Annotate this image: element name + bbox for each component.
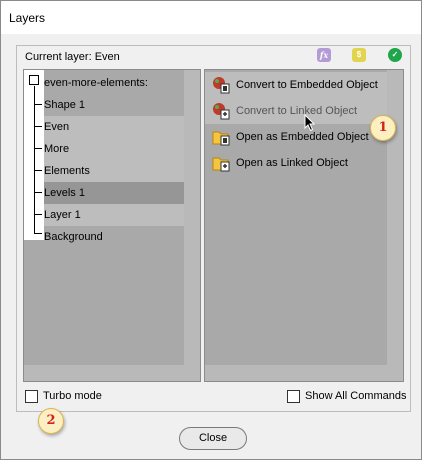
tree-connector-tick (34, 170, 42, 171)
turbo-mode-label: Turbo mode (43, 390, 102, 402)
command-label: Open as Embedded Object (236, 131, 369, 143)
tree-item-label: Even (44, 121, 70, 133)
command-label: Open as Linked Object (236, 157, 348, 169)
tree-horizontal-scrollbar[interactable] (24, 365, 184, 381)
window-title: Layers (9, 11, 46, 25)
tree-item-label: Layer 1 (44, 209, 81, 221)
close-button[interactable]: Close (179, 427, 247, 450)
tree-item-label: Elements (44, 165, 90, 177)
tree-connector-tick (34, 192, 42, 193)
tree-item-more[interactable]: More (24, 138, 184, 160)
tree-connector-tick (34, 104, 42, 105)
command-open-as-linked[interactable]: Open as Linked Object (205, 150, 387, 176)
command-label: Convert to Linked Object (236, 105, 358, 117)
callout-badge-2: 2 (38, 408, 64, 434)
tree-item-even[interactable]: Even (24, 116, 184, 138)
tree-connector-tick (34, 214, 42, 215)
tree-item-background[interactable]: Background (24, 226, 184, 248)
command-convert-to-linked[interactable]: Convert to Linked Object (205, 98, 387, 124)
embedded-object-icon (213, 77, 230, 94)
tree-item-label: Levels 1 (44, 187, 85, 199)
command-open-as-embedded[interactable]: Open as Embedded Object (205, 124, 387, 150)
check-icon[interactable]: ✓ (388, 48, 402, 62)
tree-connector-tick (34, 126, 42, 127)
callout-badge-1: 1 (370, 115, 396, 141)
title-bar: Layers (1, 1, 421, 34)
open-linked-folder-icon (212, 157, 230, 172)
tree-item-label: Shape 1 (44, 99, 85, 111)
turbo-mode-box[interactable] (25, 390, 38, 403)
tree-item-label: More (44, 143, 70, 155)
tree-item-levels-1[interactable]: Levels 1 (24, 182, 184, 204)
layers-dialog: Layers Current layer: Even fx $ ✓ even-m… (0, 0, 422, 460)
tree-root-label: even-more-elements: (44, 77, 148, 89)
mouse-pointer-icon (304, 114, 316, 132)
current-layer-label: Current layer: Even (25, 51, 120, 63)
command-label: Convert to Embedded Object (236, 79, 378, 91)
tree-item-shape-1[interactable]: Shape 1 (24, 94, 184, 116)
tree-vertical-scrollbar[interactable] (184, 70, 200, 381)
tree-item-elements[interactable]: Elements (24, 160, 184, 182)
tree-connector-tick (34, 233, 42, 234)
linked-object-icon (213, 103, 230, 120)
commands-horizontal-scrollbar[interactable] (205, 365, 387, 381)
tree-item-layer-1[interactable]: Layer 1 (24, 204, 184, 226)
fx-icon[interactable]: fx (317, 48, 331, 62)
tree-root-row[interactable]: even-more-elements: (24, 72, 184, 94)
tree-root-box-icon[interactable] (29, 75, 39, 85)
show-all-commands-label: Show All Commands (305, 390, 407, 402)
dollar-icon[interactable]: $ (352, 48, 366, 62)
show-all-commands-box[interactable] (287, 390, 300, 403)
tree-connector-tick (34, 148, 42, 149)
open-embedded-folder-icon (212, 131, 230, 146)
tree-connector-line (34, 86, 35, 233)
command-convert-to-embedded[interactable]: Convert to Embedded Object (205, 72, 387, 98)
layer-tree[interactable]: even-more-elements: Shape 1 Even More El… (23, 69, 201, 382)
tree-item-label: Background (44, 231, 103, 243)
